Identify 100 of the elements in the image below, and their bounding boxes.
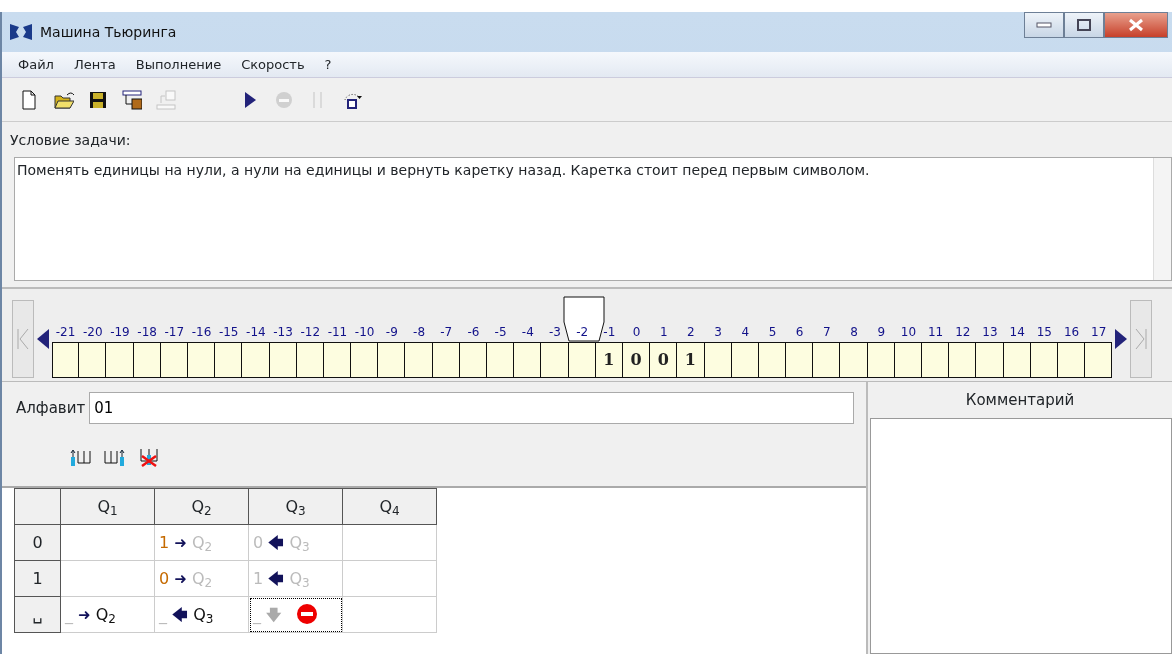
tape-cell[interactable] [215,342,243,378]
tape-cell[interactable]: 1 [595,342,623,378]
tape-cell[interactable] [541,342,569,378]
delete-column-icon[interactable] [138,447,160,467]
stop-icon [274,89,294,110]
tape-index: 0 [632,324,641,341]
tape-cell[interactable]: 0 [650,342,678,378]
minimize-button[interactable] [1024,12,1064,38]
tape-cell[interactable] [52,342,80,378]
table-cell[interactable] [60,560,155,597]
task-text-area[interactable]: Поменять единицы на нули, а нули на единицы и вернуть каретку назад. Каретка стоит перед первым символом. [14,157,1172,281]
tape-index: -9 [385,324,398,341]
table-cell[interactable] [342,524,437,561]
tape-index: -3 [549,324,561,341]
tape-cell[interactable] [922,342,950,378]
menu-item[interactable]: Файл [8,54,64,75]
tape-index: -8 [413,324,425,341]
tape-index: 3 [714,324,722,341]
cell-symbol: _ [253,604,261,624]
tape-cell[interactable] [514,342,542,378]
tape-cell[interactable] [731,342,759,378]
close-button[interactable] [1104,12,1168,38]
tape-cell[interactable] [351,342,379,378]
corner-header [14,488,61,525]
close-icon [1128,18,1144,32]
tape-cell[interactable] [269,342,297,378]
tape-cell[interactable] [867,342,895,378]
table-cell[interactable] [60,524,155,561]
tape-cell[interactable] [840,342,868,378]
row-header: ␣ [14,596,61,633]
tape-index: 2 [687,324,695,341]
left-triangle-icon [37,329,49,349]
tape-cell[interactable] [106,342,134,378]
scrollbar[interactable] [1153,158,1171,280]
menu-item[interactable]: Лента [63,54,126,75]
tape-cell[interactable]: 0 [622,342,651,378]
table-cell[interactable] [342,596,437,633]
tape-cell[interactable] [487,342,515,378]
tape-load-button[interactable] [120,87,144,112]
column-header: Q$_{2}$ [154,488,249,525]
tape-cell[interactable] [378,342,406,378]
tape-cell[interactable] [786,342,814,378]
alphabet-label: Алфавит [16,397,86,419]
maximize-button[interactable] [1064,12,1104,38]
table-cell[interactable]: 0 🡄 Q$_{3}$ [248,524,343,561]
cell-symbol: _ [159,604,167,624]
tape-cell[interactable] [758,342,787,378]
tape-start-button[interactable] [12,300,34,378]
tape-cell[interactable] [323,342,352,378]
tape-cell[interactable] [459,342,487,378]
cell-state: Q$_{2}$ [191,568,213,588]
table-cell[interactable]: 0 ➜ Q$_{2}$ [154,560,249,597]
menu-item[interactable]: Выполнение [125,54,232,75]
tape-cell[interactable] [1003,342,1031,378]
cell-state: Q$_{3}$ [289,532,310,552]
tape-cell[interactable] [704,342,732,378]
tape-cell[interactable] [187,342,216,378]
tape-cell[interactable] [405,342,433,378]
table-cell[interactable]: 1 ➜ Q$_{2}$ [154,524,249,561]
tape-cell[interactable] [432,342,460,378]
tape-index: 10 [900,324,917,341]
tape-load-icon [122,89,142,110]
insert-column-left-icon[interactable] [70,447,92,467]
tape-cell[interactable] [976,342,1004,378]
tape-index: -1 [603,324,616,341]
move-arrow: 🡄 [268,533,285,552]
menu-item[interactable]: Скорость [231,54,315,75]
tape-index: 13 [982,324,998,341]
tape-head[interactable] [562,296,605,342]
tape-cell[interactable] [1030,342,1058,378]
comment-field[interactable] [870,418,1172,654]
menu-item[interactable]: ? [314,54,342,75]
tape-cell[interactable] [949,342,977,378]
table-cell[interactable]: 1 🡄 Q$_{3}$ [248,560,343,597]
tape-index: 12 [955,324,971,341]
tape-cell[interactable] [133,342,161,378]
insert-column-right-icon[interactable] [104,447,126,467]
tape-cell[interactable] [296,342,324,378]
tape-cell[interactable] [160,342,188,378]
move-arrow: 🡄 [268,569,285,588]
tape-cell[interactable] [1057,342,1086,378]
tape-cell[interactable] [568,342,596,378]
tape-index: -18 [137,324,157,341]
tape-index: 9 [877,324,886,341]
task-text: Поменять единицы на нули, а нули на единицы и вернуть каретку назад. Каретка стоит перед первым символом. [16,161,871,180]
cell-symbol: 0 [159,568,170,588]
tape-index: -15 [218,324,239,341]
tape-cell[interactable] [242,342,270,378]
tape-cell[interactable] [1085,342,1113,378]
tape-cell[interactable] [79,342,107,378]
tape-index: -13 [273,324,293,341]
tape-cell[interactable]: 1 [677,342,705,378]
table-cell[interactable] [342,560,437,597]
alphabet-field[interactable]: 01 [89,392,854,424]
tape-index: -11 [327,324,348,341]
table-cell[interactable]: _ 🡄 Q$_{3}$ [154,596,249,633]
tape-index: 1 [659,324,668,341]
tape-cell[interactable] [813,342,841,378]
tape-cell[interactable] [894,342,922,378]
table-cell[interactable]: _ ➜ Q$_{2}$ [60,596,155,633]
